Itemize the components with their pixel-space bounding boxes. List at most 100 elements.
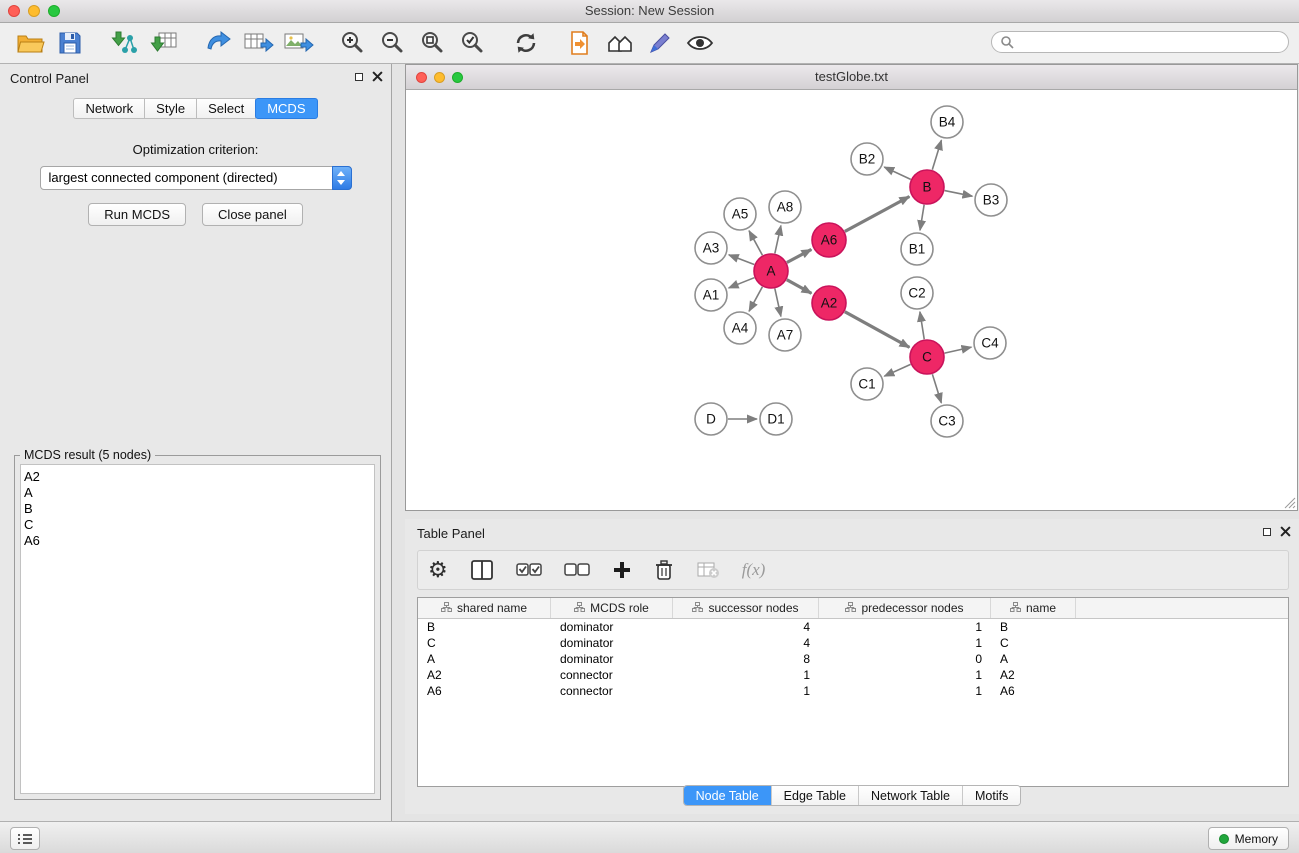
zoom-fit-button[interactable] [412,25,452,61]
node-A7[interactable]: A7 [769,319,801,351]
edge-A-A5[interactable] [749,231,762,255]
node-A4[interactable]: A4 [724,312,756,344]
node-A2[interactable]: A2 [812,286,846,320]
zoom-in-button[interactable] [332,25,372,61]
close-panel-icon[interactable] [372,71,383,82]
table-row[interactable]: A6connector11A6 [418,683,1288,699]
column-header-shared-name[interactable]: shared name [418,598,551,618]
edge-C-C4[interactable] [945,347,972,353]
criterion-dropdown[interactable]: largest connected component (directed) [40,166,352,190]
tab-mcds[interactable]: MCDS [255,98,317,119]
node-B1[interactable]: B1 [901,233,933,265]
float-table-panel-icon[interactable] [1263,528,1271,536]
node-B4[interactable]: B4 [931,106,963,138]
refresh-view-button[interactable] [506,25,546,61]
table-row[interactable]: Cdominator41C [418,635,1288,651]
tab-network-table[interactable]: Network Table [859,786,963,805]
edge-A-A8[interactable] [775,226,781,254]
tab-node-table[interactable]: Node Table [684,786,772,805]
float-panel-icon[interactable] [355,73,363,81]
column-header-successor-nodes[interactable]: successor nodes [673,598,819,618]
edge-B-B3[interactable] [945,191,973,197]
result-item[interactable]: A6 [24,533,371,549]
edge-B-B2[interactable] [884,167,910,179]
network-close-button[interactable] [416,72,427,83]
edge-A-A1[interactable] [729,278,755,288]
annotation-button[interactable] [640,25,680,61]
network-zoom-button[interactable] [452,72,463,83]
deselect-all-button[interactable] [564,562,590,578]
show-columns-button[interactable] [470,559,494,581]
edge-A-A7[interactable] [775,289,781,317]
zoom-out-button[interactable] [372,25,412,61]
function-builder-button[interactable]: f(x) [742,560,766,580]
tab-select[interactable]: Select [196,98,256,119]
edge-B-B1[interactable] [920,205,924,230]
edge-C-C3[interactable] [932,374,941,403]
tab-style[interactable]: Style [144,98,197,119]
edge-B-B4[interactable] [932,140,941,170]
zoom-window-button[interactable] [48,5,60,17]
export-image-button[interactable] [278,25,318,61]
result-item[interactable]: B [24,501,371,517]
table-settings-button[interactable]: ⚙ [428,560,448,580]
table-row[interactable]: A2connector11A2 [418,667,1288,683]
resize-grip-icon[interactable] [1284,497,1296,509]
result-item[interactable]: C [24,517,371,533]
node-C3[interactable]: C3 [931,405,963,437]
node-A[interactable]: A [754,254,788,288]
add-row-button[interactable] [612,560,632,580]
memory-button[interactable]: Memory [1208,827,1289,850]
edge-A2-C[interactable] [845,312,910,348]
open-session-button[interactable] [10,25,50,61]
select-all-button[interactable] [516,562,542,578]
network-minimize-button[interactable] [434,72,445,83]
edge-A-A4[interactable] [749,287,762,311]
edge-A-A6[interactable] [787,249,811,262]
delete-column-button[interactable] [696,560,720,580]
edge-A6-B[interactable] [845,197,910,232]
import-network-button[interactable] [104,25,144,61]
node-B2[interactable]: B2 [851,143,883,175]
home-neighbors-button[interactable] [600,25,640,61]
run-mcds-button[interactable]: Run MCDS [88,203,186,226]
search-input[interactable] [991,31,1289,53]
column-header-name[interactable]: name [991,598,1076,618]
node-C4[interactable]: C4 [974,327,1006,359]
column-header-predecessor-nodes[interactable]: predecessor nodes [819,598,991,618]
node-C2[interactable]: C2 [901,277,933,309]
table-row[interactable]: Adominator80A [418,651,1288,667]
node-A1[interactable]: A1 [695,279,727,311]
edge-C-C2[interactable] [920,312,924,339]
node-A3[interactable]: A3 [695,232,727,264]
export-table-button[interactable] [238,25,278,61]
close-panel-button[interactable]: Close panel [202,203,303,226]
node-A5[interactable]: A5 [724,198,756,230]
table-row[interactable]: Bdominator41B [418,619,1288,635]
minimize-window-button[interactable] [28,5,40,17]
result-item[interactable]: A2 [24,469,371,485]
edge-A-A2[interactable] [787,280,812,294]
tab-edge-table[interactable]: Edge Table [772,786,859,805]
result-item[interactable]: A [24,485,371,501]
node-C[interactable]: C [910,340,944,374]
node-D1[interactable]: D1 [760,403,792,435]
edge-A-A3[interactable] [729,255,754,265]
export-network-button[interactable] [198,25,238,61]
tab-network[interactable]: Network [73,98,145,119]
node-A6[interactable]: A6 [812,223,846,257]
node-B[interactable]: B [910,170,944,204]
node-C1[interactable]: C1 [851,368,883,400]
save-session-button[interactable] [50,25,90,61]
import-table-button[interactable] [144,25,184,61]
tab-motifs[interactable]: Motifs [963,786,1020,805]
delete-rows-button[interactable] [654,559,674,581]
close-window-button[interactable] [8,5,20,17]
node-A8[interactable]: A8 [769,191,801,223]
node-B3[interactable]: B3 [975,184,1007,216]
mcds-result-scrollpane[interactable]: A2ABCA6 [20,464,375,794]
show-panels-button[interactable] [10,827,40,850]
node-D[interactable]: D [695,403,727,435]
close-table-panel-icon[interactable] [1280,526,1291,537]
zoom-selected-button[interactable] [452,25,492,61]
